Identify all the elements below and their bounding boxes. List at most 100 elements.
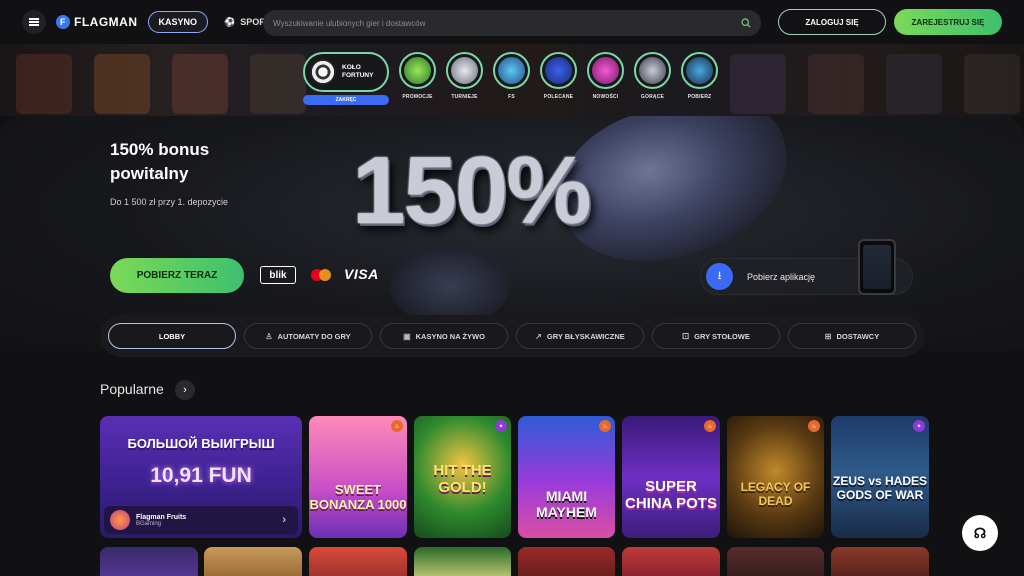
search-bar[interactable]	[263, 10, 761, 36]
support-chat-icon[interactable]: ☊	[962, 515, 998, 551]
visa-logo: VISA	[344, 266, 379, 282]
live-icon: ▣	[403, 331, 411, 341]
promo-item-promotions[interactable]: PROMOCJE	[399, 52, 436, 105]
wheel-title-line1: KOŁO	[342, 64, 361, 71]
game-tile[interactable]: ♨ SWEET BONANZA 1000	[309, 416, 407, 538]
promo-shortcuts: KOŁO FORTUNY ZAKRĘC PROMOCJE TURNIEJE FS…	[303, 52, 718, 105]
feature-amount: 10,91 FUN	[150, 464, 252, 487]
promo-item-hot[interactable]: GORĄCE	[634, 52, 671, 105]
game-title: LEGACY OF DEAD	[740, 480, 811, 508]
game-title: ZEUS vs HADES GODS OF WAR	[832, 474, 928, 502]
game-title: MIAMI MAYHEM	[536, 488, 597, 520]
tab-instant-games[interactable]: ↗ GRY BŁYSKAWICZNE	[516, 323, 644, 349]
game-avatar	[110, 510, 130, 530]
tab-label: DOSTAWCY	[836, 331, 880, 341]
game-tile[interactable]: ♨ SUPER CHINA POTS	[622, 416, 720, 538]
blurred-game-thumb	[94, 54, 150, 114]
promo-item-freespins[interactable]: FS	[493, 52, 530, 105]
game-tile[interactable]	[309, 547, 407, 576]
blurred-game-thumb	[964, 54, 1020, 114]
feature-headline: БОЛЬШОЙ ВЫИГРЫШ	[127, 436, 275, 451]
game-tile[interactable]	[100, 547, 198, 576]
game-tile[interactable]	[204, 547, 302, 576]
dice-icon: ⚀	[682, 331, 690, 341]
menu-icon[interactable]	[22, 10, 46, 34]
blurred-game-thumb	[730, 54, 786, 114]
promo-item-download[interactable]: POBIERZ	[681, 52, 718, 105]
game-tile[interactable]	[414, 547, 511, 576]
gift-badge-icon: ✦	[913, 420, 925, 432]
wheel-title-line2: FORTUNY	[342, 72, 374, 79]
section-title: Popularne	[100, 381, 164, 397]
register-button[interactable]: ZAREJESTRUJ SIĘ	[894, 9, 1002, 35]
promo-item-recommended[interactable]: POLECANE	[540, 52, 577, 105]
freespins-icon	[498, 57, 525, 84]
chart-icon: ↗	[535, 331, 542, 341]
blurred-game-thumb	[808, 54, 864, 114]
grid-icon: ⊞	[824, 331, 832, 341]
download-icon: ⭳	[706, 263, 733, 290]
spin-button[interactable]: ZAKRĘC	[303, 95, 389, 105]
tab-casino[interactable]: KASYNO	[147, 11, 209, 33]
tab-live-casino[interactable]: ▣ KASYNO NA ŻYWO	[380, 323, 508, 349]
promo-label: FS	[508, 94, 515, 100]
game-tile[interactable]	[518, 547, 615, 576]
tab-providers[interactable]: ⊞ DOSTAWCY	[788, 323, 916, 349]
game-title: HIT THE GOLD!	[433, 462, 492, 496]
search-icon[interactable]	[741, 18, 751, 28]
chevron-right-icon[interactable]: ›	[282, 514, 286, 526]
hot-badge-icon: ♨	[808, 420, 820, 432]
game-tile[interactable]	[727, 547, 824, 576]
trophy-icon	[451, 57, 478, 84]
game-tile[interactable]: ✦ HIT THE GOLD!	[414, 416, 511, 538]
blurred-game-thumb	[886, 54, 942, 114]
wheel-card[interactable]: KOŁO FORTUNY	[303, 52, 389, 92]
game-title: SWEET BONANZA 1000	[309, 482, 407, 512]
wheel-icon	[310, 59, 336, 85]
logo[interactable]: F FLAGMAN	[56, 15, 138, 29]
game-title: SUPER CHINA POTS	[625, 478, 717, 512]
search-input[interactable]	[273, 18, 741, 28]
tab-label: AUTOMATY DO GRY	[277, 331, 351, 341]
feature-provider: BGaming	[136, 520, 162, 527]
game-tile[interactable]	[831, 547, 929, 576]
blurred-game-thumb	[16, 54, 72, 114]
tab-label: LOBBY	[158, 331, 186, 341]
wheel-title: KOŁO FORTUNY	[342, 64, 373, 80]
hot-badge-icon: ♨	[599, 420, 611, 432]
hero-subtitle: Do 1 500 zł przy 1. depozycie	[110, 197, 229, 207]
promo-label: NOWOŚCI	[592, 94, 619, 100]
promo-item-tournaments[interactable]: TURNIEJE	[446, 52, 483, 105]
chevron-right-icon[interactable]: ›	[175, 380, 195, 400]
game-tile[interactable]: ♨ LEGACY OF DEAD	[727, 416, 824, 538]
promo-label: POBIERZ	[687, 94, 712, 100]
login-button[interactable]: ZALOGUJ SIĘ	[778, 9, 886, 35]
tab-lobby[interactable]: LOBBY	[108, 323, 236, 349]
wheel-of-fortune[interactable]: KOŁO FORTUNY ZAKRĘC	[303, 52, 389, 105]
gift-badge-icon: ✦	[495, 420, 507, 432]
get-bonus-button[interactable]: POBIERZ TERAZ	[110, 258, 244, 293]
tab-table-games[interactable]: ⚀ GRY STOŁOWE	[652, 323, 780, 349]
game-tile[interactable]: ✦ ZEUS vs HADES GODS OF WAR	[831, 416, 929, 538]
blurred-game-thumb	[250, 54, 306, 114]
casino-page: F FLAGMAN KASYNO ⚽ SPORT ZALOGUJ SIĘ ZAR…	[0, 0, 1024, 576]
logo-mark-icon: F	[56, 15, 70, 29]
hero-title: 150% bonus powitalny	[110, 140, 210, 183]
chrome-shape-decoration	[390, 246, 510, 326]
featured-game-card[interactable]: БОЛЬШОЙ ВЫИГРЫШ 10,91 FUN Flagman Fruits…	[100, 416, 302, 538]
download-app-label: Pobierz aplikację	[747, 271, 816, 282]
promo-label: TURNIEJE	[451, 94, 478, 100]
promo-item-new[interactable]: NOWOŚCI	[587, 52, 624, 105]
tab-slots[interactable]: ♙ AUTOMATY DO GRY	[244, 323, 372, 349]
hero-big-percent: 150%	[352, 137, 592, 244]
category-nav: LOBBY ♙ AUTOMATY DO GRY ▣ KASYNO NA ŻYWO…	[100, 315, 924, 357]
promo-label: GORĄCE	[640, 94, 665, 100]
game-tile[interactable]: ♨ MIAMI MAYHEM	[518, 416, 615, 538]
game-tile[interactable]	[622, 547, 720, 576]
feature-game-name: Flagman Fruits	[136, 513, 187, 521]
stars-icon	[592, 57, 619, 84]
gift-icon	[404, 57, 431, 84]
download-icon	[686, 57, 713, 84]
logo-text: FLAGMAN	[74, 15, 138, 29]
hot-badge-icon: ♨	[391, 420, 403, 432]
